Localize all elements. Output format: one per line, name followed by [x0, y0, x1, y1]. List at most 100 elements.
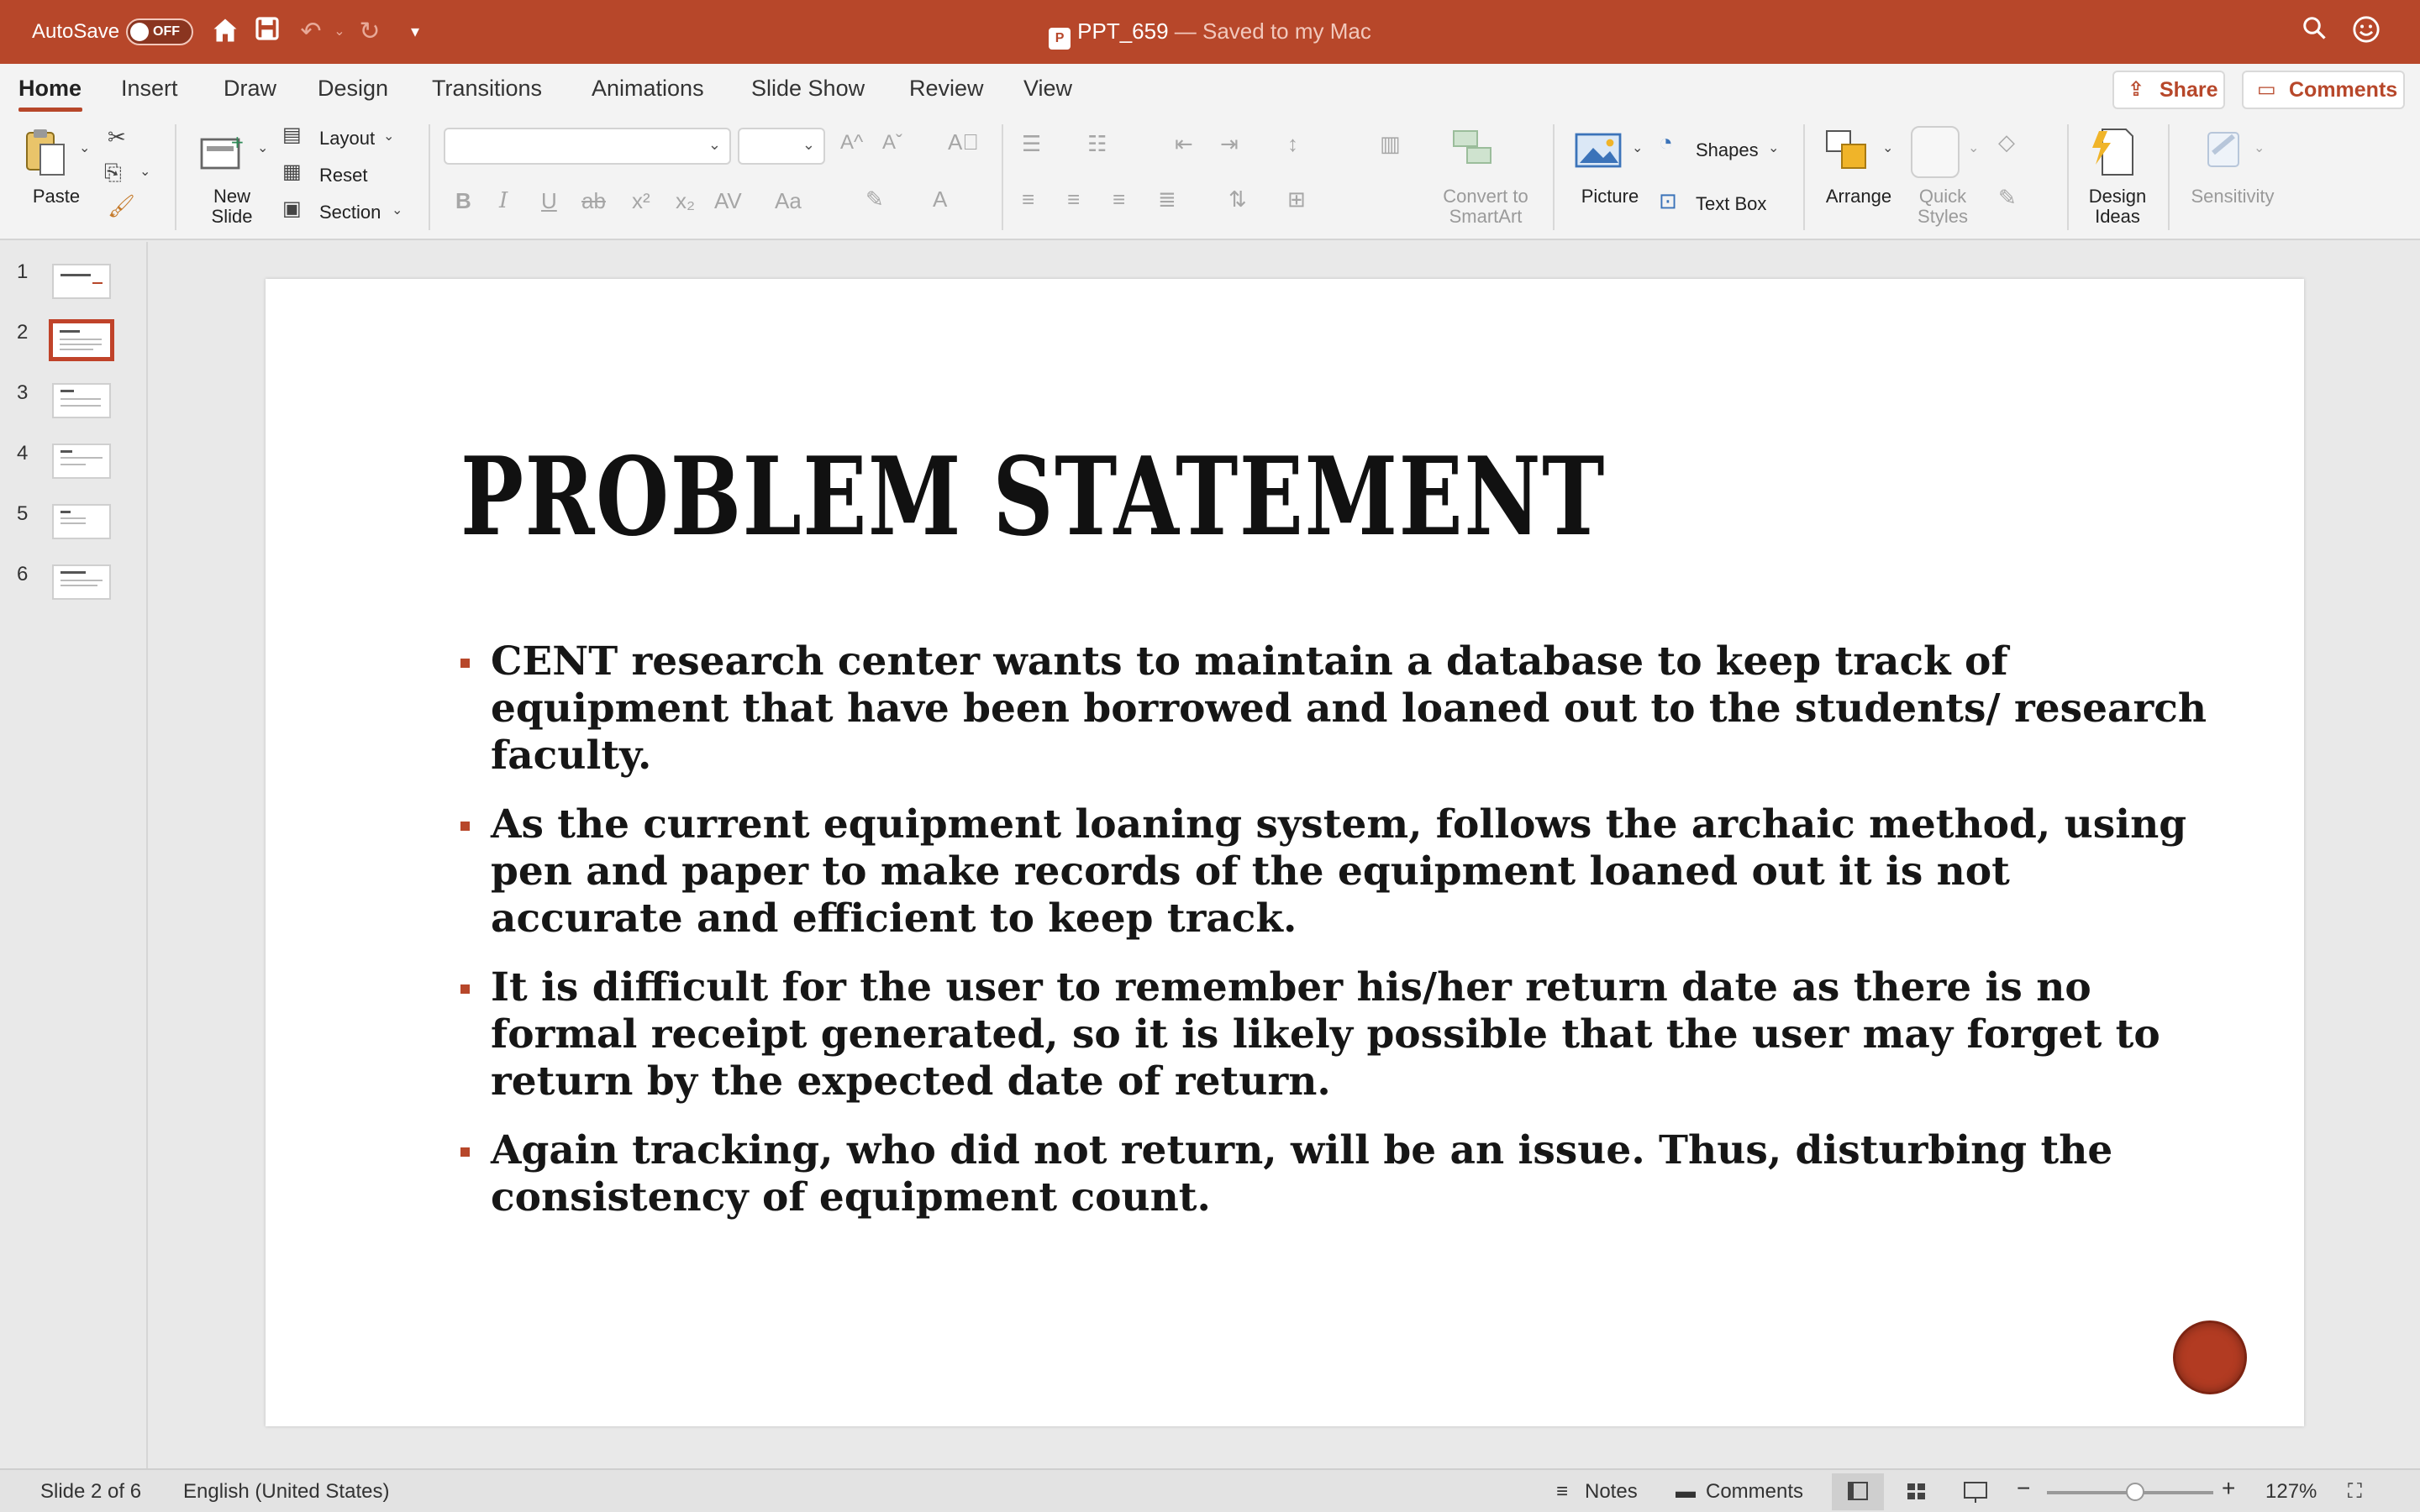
picture-icon[interactable] — [1573, 129, 1623, 171]
sensitivity-dropdown-icon[interactable]: ⌄ — [2254, 139, 2265, 156]
numbering-icon[interactable]: ☷ — [1087, 131, 1107, 157]
layout-icon[interactable]: ▤ — [282, 123, 302, 147]
share-button[interactable]: ⇪ Share — [2112, 71, 2225, 109]
italic-button[interactable]: I — [499, 188, 508, 213]
copy-dropdown-icon[interactable]: ⌄ — [139, 163, 150, 180]
align-right-icon[interactable]: ≡ — [1113, 186, 1125, 213]
new-slide-icon[interactable]: + — [197, 131, 247, 175]
slide-thumbnail-6[interactable] — [52, 564, 111, 600]
comments-button[interactable]: ▭ Comments — [2242, 71, 2405, 109]
tab-home[interactable]: Home — [18, 76, 82, 102]
text-box-icon[interactable]: ⊡ — [1659, 188, 1677, 214]
comments-status-icon[interactable]: ▬ — [1676, 1480, 1696, 1504]
subscript-button[interactable]: x₂ — [676, 188, 695, 214]
save-status[interactable]: — Saved to my Mac — [1175, 18, 1371, 44]
reset-button[interactable]: Reset — [319, 165, 367, 186]
section-dropdown-icon[interactable]: ⌄ — [392, 202, 402, 218]
underline-button[interactable]: U — [541, 188, 557, 214]
quick-styles-dropdown-icon[interactable]: ⌄ — [1968, 139, 1979, 156]
shapes-button[interactable]: Shapes — [1696, 139, 1759, 161]
current-slide[interactable]: PROBLEM STATEMENT CENT research center w… — [266, 279, 2304, 1426]
line-spacing-icon[interactable]: ↕ — [1287, 131, 1298, 157]
slide-sorter-view-button[interactable] — [1891, 1473, 1943, 1510]
smartart-icon[interactable] — [1450, 128, 1497, 166]
columns-icon[interactable]: ▥ — [1380, 131, 1401, 157]
section-icon[interactable]: ▣ — [282, 197, 302, 221]
shape-outline-icon[interactable]: ✎ — [1998, 185, 2017, 211]
layout-dropdown-icon[interactable]: ⌄ — [383, 128, 394, 144]
increase-indent-icon[interactable]: ⇥ — [1220, 131, 1239, 157]
bold-button[interactable]: B — [455, 188, 471, 214]
sensitivity-label: Sensitivity — [2191, 186, 2275, 207]
language-indicator[interactable]: English (United States) — [183, 1480, 389, 1504]
format-painter-icon[interactable]: 🖌 — [108, 193, 135, 219]
text-direction-icon[interactable]: ⇅ — [1228, 186, 1247, 213]
thumb-title-line — [60, 450, 72, 453]
shape-fill-icon[interactable]: ◇ — [1998, 129, 2015, 155]
reset-icon[interactable]: ▦ — [282, 160, 302, 184]
normal-view-button[interactable] — [1832, 1473, 1884, 1510]
tab-review[interactable]: Review — [909, 76, 984, 102]
new-slide-dropdown-icon[interactable]: ⌄ — [257, 139, 268, 156]
slide-thumbnail-3[interactable] — [52, 383, 111, 418]
tab-draw[interactable]: Draw — [224, 76, 276, 102]
arrange-icon[interactable] — [1823, 128, 1870, 175]
slide-title[interactable]: PROBLEM STATEMENT — [460, 438, 1606, 556]
shapes-icon[interactable]: ◔ — [1659, 129, 1673, 156]
grow-font-icon[interactable]: A^ — [840, 131, 863, 155]
tab-design[interactable]: Design — [318, 76, 388, 102]
slide-thumbnail-2[interactable] — [49, 319, 114, 361]
decrease-indent-icon[interactable]: ⇤ — [1175, 131, 1193, 157]
layout-button[interactable]: Layout — [319, 128, 375, 150]
zoom-in-icon[interactable]: + — [2222, 1475, 2235, 1502]
tab-animations[interactable]: Animations — [592, 76, 704, 102]
reading-view-button[interactable] — [1949, 1473, 2002, 1510]
tab-slide-show[interactable]: Slide Show — [751, 76, 865, 102]
section-button[interactable]: Section — [319, 202, 381, 223]
character-spacing-button[interactable]: AV — [714, 188, 742, 214]
fit-to-window-icon[interactable]: ⛶ — [2348, 1480, 2362, 1504]
align-text-icon[interactable]: ⊞ — [1287, 186, 1306, 213]
slide-thumbnail-1[interactable] — [52, 264, 111, 299]
notes-icon[interactable]: ≡ — [1556, 1480, 1568, 1504]
zoom-slider-handle[interactable] — [2126, 1483, 2144, 1501]
clear-formatting-icon[interactable]: A⃫ — [948, 129, 979, 155]
quick-styles-icon[interactable] — [1911, 126, 1960, 178]
paste-dropdown-icon[interactable]: ⌄ — [79, 139, 90, 156]
tab-transitions[interactable]: Transitions — [432, 76, 542, 102]
slide-number: 5 — [17, 502, 29, 525]
shapes-dropdown-icon[interactable]: ⌄ — [1768, 139, 1779, 156]
zoom-out-icon[interactable]: − — [2017, 1475, 2030, 1502]
copy-icon[interactable]: ⎘ — [104, 160, 122, 186]
font-name-combo[interactable]: ⌄ — [444, 128, 731, 165]
cut-icon[interactable]: ✂ — [108, 124, 126, 150]
align-left-icon[interactable]: ≡ — [1022, 186, 1034, 213]
feedback-smiley-icon[interactable] — [2349, 15, 2383, 49]
zoom-level[interactable]: 127% — [2265, 1480, 2317, 1504]
paste-icon[interactable] — [24, 126, 67, 176]
search-icon[interactable] — [2297, 15, 2331, 49]
sensitivity-icon[interactable] — [2203, 126, 2245, 173]
notes-button[interactable]: Notes — [1585, 1480, 1638, 1504]
justify-icon[interactable]: ≣ — [1158, 186, 1176, 213]
picture-dropdown-icon[interactable]: ⌄ — [1632, 139, 1643, 156]
design-ideas-icon[interactable] — [2089, 124, 2136, 180]
superscript-button[interactable]: x² — [632, 188, 650, 214]
align-center-icon[interactable]: ≡ — [1067, 186, 1080, 213]
shrink-font-icon[interactable]: Aˇ — [882, 131, 902, 155]
strikethrough-button[interactable]: ab — [581, 188, 606, 214]
arrange-dropdown-icon[interactable]: ⌄ — [1882, 139, 1893, 156]
comments-status-button[interactable]: Comments — [1706, 1480, 1803, 1504]
tab-view[interactable]: View — [1023, 76, 1072, 102]
slide-thumbnail-5[interactable] — [52, 504, 111, 539]
thumb-text-line — [60, 580, 103, 581]
font-color-icon[interactable]: A — [933, 186, 947, 213]
font-size-combo[interactable]: ⌄ — [738, 128, 825, 165]
slide-body[interactable]: CENT research center wants to maintain a… — [460, 638, 2208, 1243]
change-case-button[interactable]: Aa — [775, 188, 802, 214]
slide-thumbnail-4[interactable] — [52, 444, 111, 479]
text-box-button[interactable]: Text Box — [1696, 193, 1766, 215]
tab-insert[interactable]: Insert — [121, 76, 178, 102]
highlight-icon[interactable]: ✎ — [865, 186, 884, 213]
bullets-icon[interactable]: ☰ — [1022, 131, 1041, 157]
